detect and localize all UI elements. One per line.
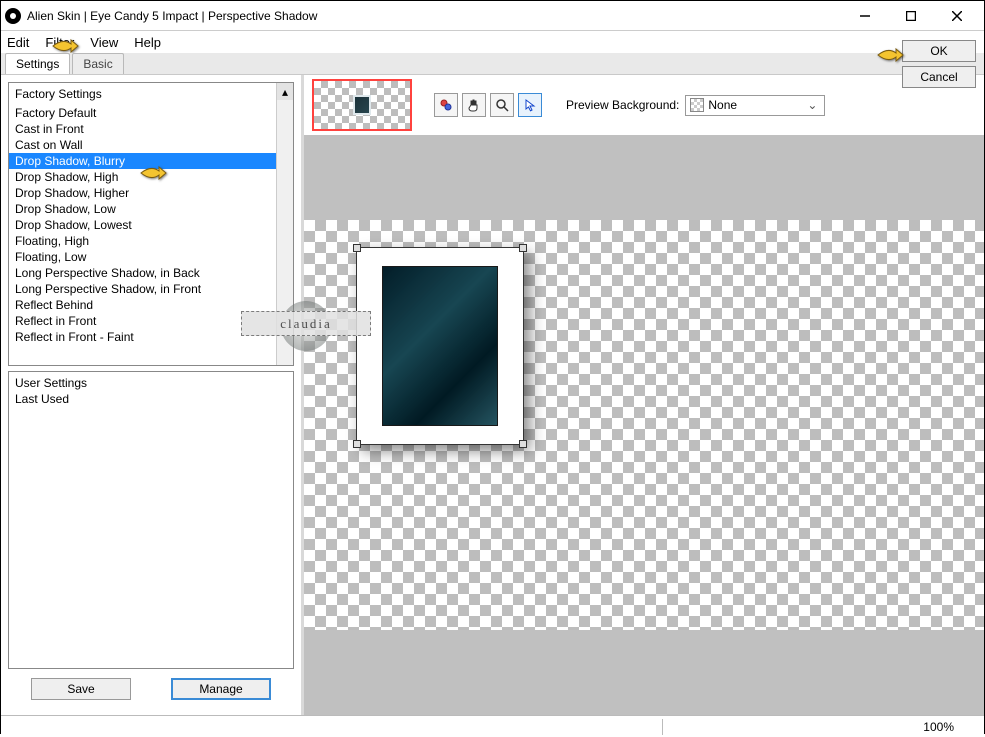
factory-settings-header: Factory Settings — [9, 83, 293, 105]
preview-thumbnail[interactable] — [312, 79, 412, 131]
settings-panel: Factory Settings Factory DefaultCast in … — [1, 75, 301, 715]
list-item[interactable]: Last Used — [9, 391, 293, 407]
window-controls — [842, 1, 980, 31]
settings-buttons: Save Manage — [8, 674, 294, 708]
resize-handle[interactable] — [353, 244, 361, 252]
maximize-button[interactable] — [888, 1, 934, 31]
watermark: claudia — [241, 301, 371, 356]
list-item[interactable]: Drop Shadow, High — [9, 169, 293, 185]
preview-image — [382, 266, 498, 426]
transparency-swatch-icon — [690, 98, 704, 112]
tab-basic[interactable]: Basic — [72, 53, 123, 74]
menu-edit[interactable]: Edit — [7, 35, 29, 50]
chevron-down-icon: ⌄ — [804, 98, 820, 112]
zoom-tool-button[interactable] — [490, 93, 514, 117]
list-item[interactable]: Factory Default — [9, 105, 293, 121]
title-bar: Alien Skin | Eye Candy 5 Impact | Perspe… — [1, 1, 984, 31]
watermark-text: claudia — [241, 311, 371, 336]
ok-button[interactable]: OK — [902, 40, 976, 62]
user-settings-listbox[interactable]: User Settings Last Used — [8, 371, 294, 669]
list-item[interactable]: Floating, Low — [9, 249, 293, 265]
preview-panel: Preview Background: None ⌄ — [304, 75, 984, 715]
scroll-up-icon[interactable]: ▴ — [277, 83, 293, 100]
preview-bg-value: None — [708, 98, 737, 112]
minimize-button[interactable] — [842, 1, 888, 31]
close-button[interactable] — [934, 1, 980, 31]
manage-button[interactable]: Manage — [171, 678, 271, 700]
menu-help[interactable]: Help — [134, 35, 161, 50]
list-item[interactable]: Drop Shadow, Lowest — [9, 217, 293, 233]
save-button[interactable]: Save — [31, 678, 131, 700]
menu-view[interactable]: View — [90, 35, 118, 50]
resize-handle[interactable] — [353, 440, 361, 448]
preview-object[interactable] — [356, 247, 524, 445]
zoom-level: 100% — [923, 720, 954, 734]
list-item[interactable]: Cast on Wall — [9, 137, 293, 153]
preview-bg-select[interactable]: None ⌄ — [685, 95, 825, 116]
resize-handle[interactable] — [519, 440, 527, 448]
list-item[interactable]: Long Perspective Shadow, in Back — [9, 265, 293, 281]
user-settings-header: User Settings — [9, 372, 293, 391]
list-item[interactable]: Drop Shadow, Higher — [9, 185, 293, 201]
resize-handle[interactable] — [519, 244, 527, 252]
menu-bar: Edit Filter View Help — [1, 31, 984, 53]
list-item[interactable]: Drop Shadow, Blurry — [9, 153, 293, 169]
preview-bg-label: Preview Background: — [566, 98, 679, 112]
thumbnail-image — [353, 95, 371, 115]
list-item[interactable]: Cast in Front — [9, 121, 293, 137]
menu-filter[interactable]: Filter — [45, 35, 74, 50]
preview-toolbar: Preview Background: None ⌄ — [304, 75, 984, 135]
pointer-tool-button[interactable] — [518, 93, 542, 117]
window-title: Alien Skin | Eye Candy 5 Impact | Perspe… — [27, 9, 317, 23]
tab-settings[interactable]: Settings — [5, 53, 70, 74]
app-icon — [5, 8, 21, 24]
preview-canvas[interactable] — [304, 135, 984, 715]
tab-bar: Settings Basic OK Cancel — [1, 53, 984, 75]
list-item[interactable]: Long Perspective Shadow, in Front — [9, 281, 293, 297]
pan-tool-button[interactable] — [462, 93, 486, 117]
list-item[interactable]: Floating, High — [9, 233, 293, 249]
restore-view-button[interactable] — [434, 93, 458, 117]
list-item[interactable]: Drop Shadow, Low — [9, 201, 293, 217]
